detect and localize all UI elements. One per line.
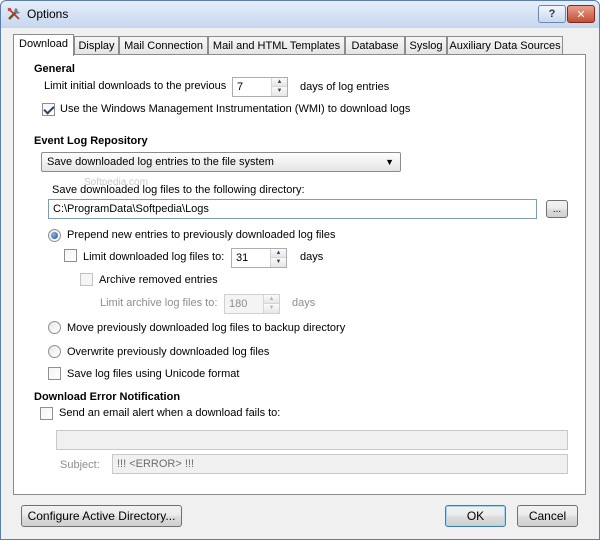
tab-mail-html-templates[interactable]: Mail and HTML Templates [208,36,345,55]
limit-archive-label: Limit archive log files to: [100,297,218,309]
limit-files-checkbox[interactable] [64,249,77,262]
overwrite-radio[interactable] [48,345,61,358]
title-bar[interactable]: Options ? ✕ [1,1,599,28]
tab-auxiliary-data-sources[interactable]: Auxiliary Data Sources [447,36,563,55]
email-alert-checkbox[interactable] [40,407,53,420]
limit-downloads-value: 7 [237,81,244,93]
tools-icon [7,7,20,20]
stepper-arrows: ▲ ▼ [271,78,287,96]
window-title: Options [27,7,69,21]
directory-value: C:\ProgramData\Softpedia\Logs [53,203,209,215]
ok-button[interactable]: OK [445,505,506,527]
softpedia-watermark: Softpedia.com [84,177,148,188]
subject-label: Subject: [60,459,100,471]
tab-database[interactable]: Database [345,36,405,55]
repository-select[interactable]: Save downloaded log entries to the file … [41,152,401,172]
subject-value: !!! <ERROR> !!! [117,458,195,470]
repository-select-value: Save downloaded log entries to the file … [47,156,274,168]
general-heading: General [34,63,75,75]
help-button[interactable]: ? [538,5,566,23]
chevron-down-icon: ▼ [385,157,394,167]
limit-archive-suffix: days [292,297,316,309]
wmi-label: Use the Windows Management Instrumentati… [60,103,411,115]
stepper-up-icon[interactable]: ▲ [272,78,287,87]
limit-files-suffix: days [300,251,324,263]
limit-files-stepper[interactable]: 31 ▲ ▼ [231,248,287,268]
prepend-radio[interactable] [48,229,61,242]
close-button[interactable]: ✕ [567,5,595,23]
tab-mail-connection[interactable]: Mail Connection [119,36,208,55]
browse-button[interactable]: ... [546,200,568,218]
repository-heading: Event Log Repository [34,135,148,147]
error-notification-heading: Download Error Notification [34,391,181,403]
archive-label: Archive removed entries [99,274,218,286]
tab-display[interactable]: Display [74,36,119,55]
stepper-arrows: ▲ ▼ [270,249,286,267]
stepper-down-icon[interactable]: ▼ [272,87,287,96]
configure-active-directory-button[interactable]: Configure Active Directory... [21,505,182,527]
move-backup-label: Move previously downloaded log files to … [67,322,346,334]
email-input[interactable] [56,430,568,450]
options-dialog: Options ? ✕ Download Display Mail Connec… [0,0,600,540]
subject-input[interactable]: !!! <ERROR> !!! [112,454,568,474]
stepper-down-icon[interactable]: ▼ [264,304,279,313]
limit-archive-value: 180 [229,298,248,310]
tab-download[interactable]: Download [13,34,74,56]
unicode-checkbox[interactable] [48,367,61,380]
email-alert-label: Send an email alert when a download fail… [59,407,281,419]
stepper-up-icon[interactable]: ▲ [271,249,286,258]
limit-downloads-stepper[interactable]: 7 ▲ ▼ [232,77,288,97]
cancel-button[interactable]: Cancel [517,505,578,527]
stepper-up-icon[interactable]: ▲ [264,295,279,304]
unicode-label: Save log files using Unicode format [67,368,240,380]
limit-downloads-label: Limit initial downloads to the previous [44,80,227,92]
move-backup-radio[interactable] [48,321,61,334]
overwrite-label: Overwrite previously downloaded log file… [67,346,270,358]
dialog-body: Download Display Mail Connection Mail an… [1,28,599,539]
limit-files-value: 31 [236,252,249,264]
stepper-down-icon[interactable]: ▼ [271,258,286,267]
stepper-arrows: ▲ ▼ [263,295,279,313]
tab-syslog[interactable]: Syslog [405,36,447,55]
limit-archive-stepper[interactable]: 180 ▲ ▼ [224,294,280,314]
limit-files-label: Limit downloaded log files to: [83,251,225,263]
limit-downloads-suffix: days of log entries [300,81,390,93]
wmi-checkbox[interactable] [42,103,55,116]
prepend-label: Prepend new entries to previously downlo… [67,229,336,241]
download-tab-panel: General Limit initial downloads to the p… [13,54,586,495]
directory-input[interactable]: C:\ProgramData\Softpedia\Logs [48,199,537,219]
archive-checkbox[interactable] [80,273,93,286]
